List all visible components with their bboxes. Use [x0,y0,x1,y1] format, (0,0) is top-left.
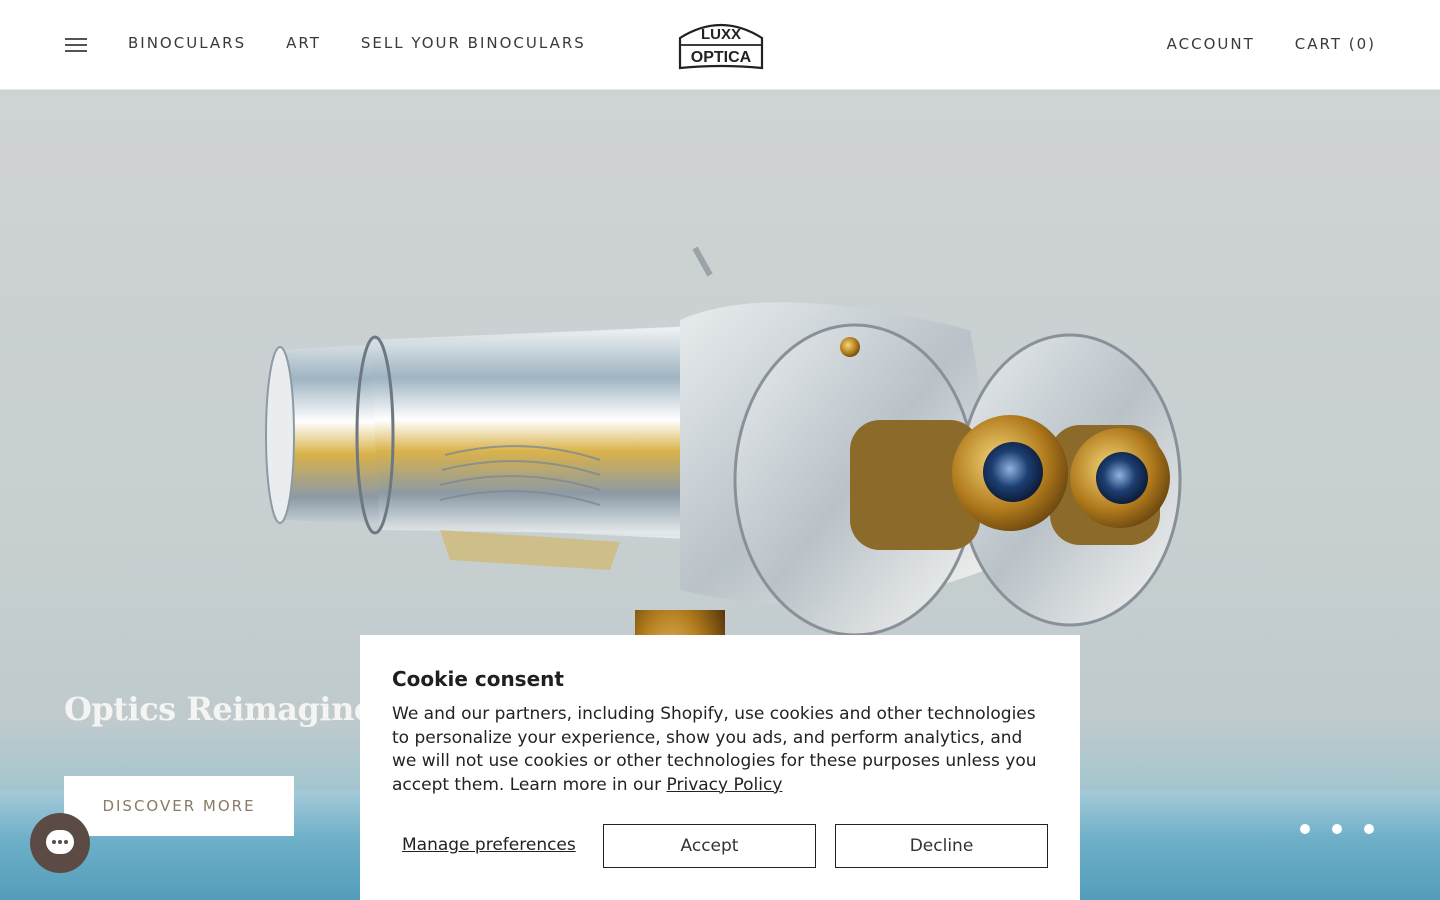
slide-dot[interactable] [1332,824,1342,834]
svg-text:OPTICA: OPTICA [691,49,752,66]
discover-more-button[interactable]: DISCOVER MORE [64,776,294,836]
cookie-consent-text: We and our partners, including Shopify, … [392,703,1048,797]
nav-link-binoculars[interactable]: BINOCULARS [128,34,246,52]
site-header: BINOCULARS ART SELL YOUR BINOCULARS LUXX… [0,0,1440,90]
svg-text:LUXX: LUXX [701,26,741,43]
primary-nav: BINOCULARS ART SELL YOUR BINOCULARS [128,34,586,52]
accept-button[interactable]: Accept [603,824,816,868]
slideshow-pagination [1300,824,1374,834]
cookie-consent-title: Cookie consent [392,667,564,691]
account-link[interactable]: ACCOUNT [1167,35,1255,53]
manage-preferences-link[interactable]: Manage preferences [402,835,576,855]
cookie-consent-actions: Manage preferences Accept Decline [392,824,1048,868]
luxx-optica-logo[interactable]: LUXX OPTICA [677,18,765,72]
privacy-policy-link[interactable]: Privacy Policy [667,775,783,795]
hamburger-menu-icon[interactable] [65,37,87,53]
cart-link[interactable]: CART (0) [1295,35,1376,53]
account-nav: ACCOUNT CART (0) [1167,35,1376,53]
decline-button[interactable]: Decline [835,824,1048,868]
chat-bubble-icon[interactable] [30,813,90,873]
nav-link-sell-your-binoculars[interactable]: SELL YOUR BINOCULARS [361,34,586,52]
slide-dot[interactable] [1364,824,1374,834]
slide-dot[interactable] [1300,824,1310,834]
cookie-consent-dialog: Cookie consent We and our partners, incl… [360,635,1080,900]
nav-link-art[interactable]: ART [286,34,321,52]
